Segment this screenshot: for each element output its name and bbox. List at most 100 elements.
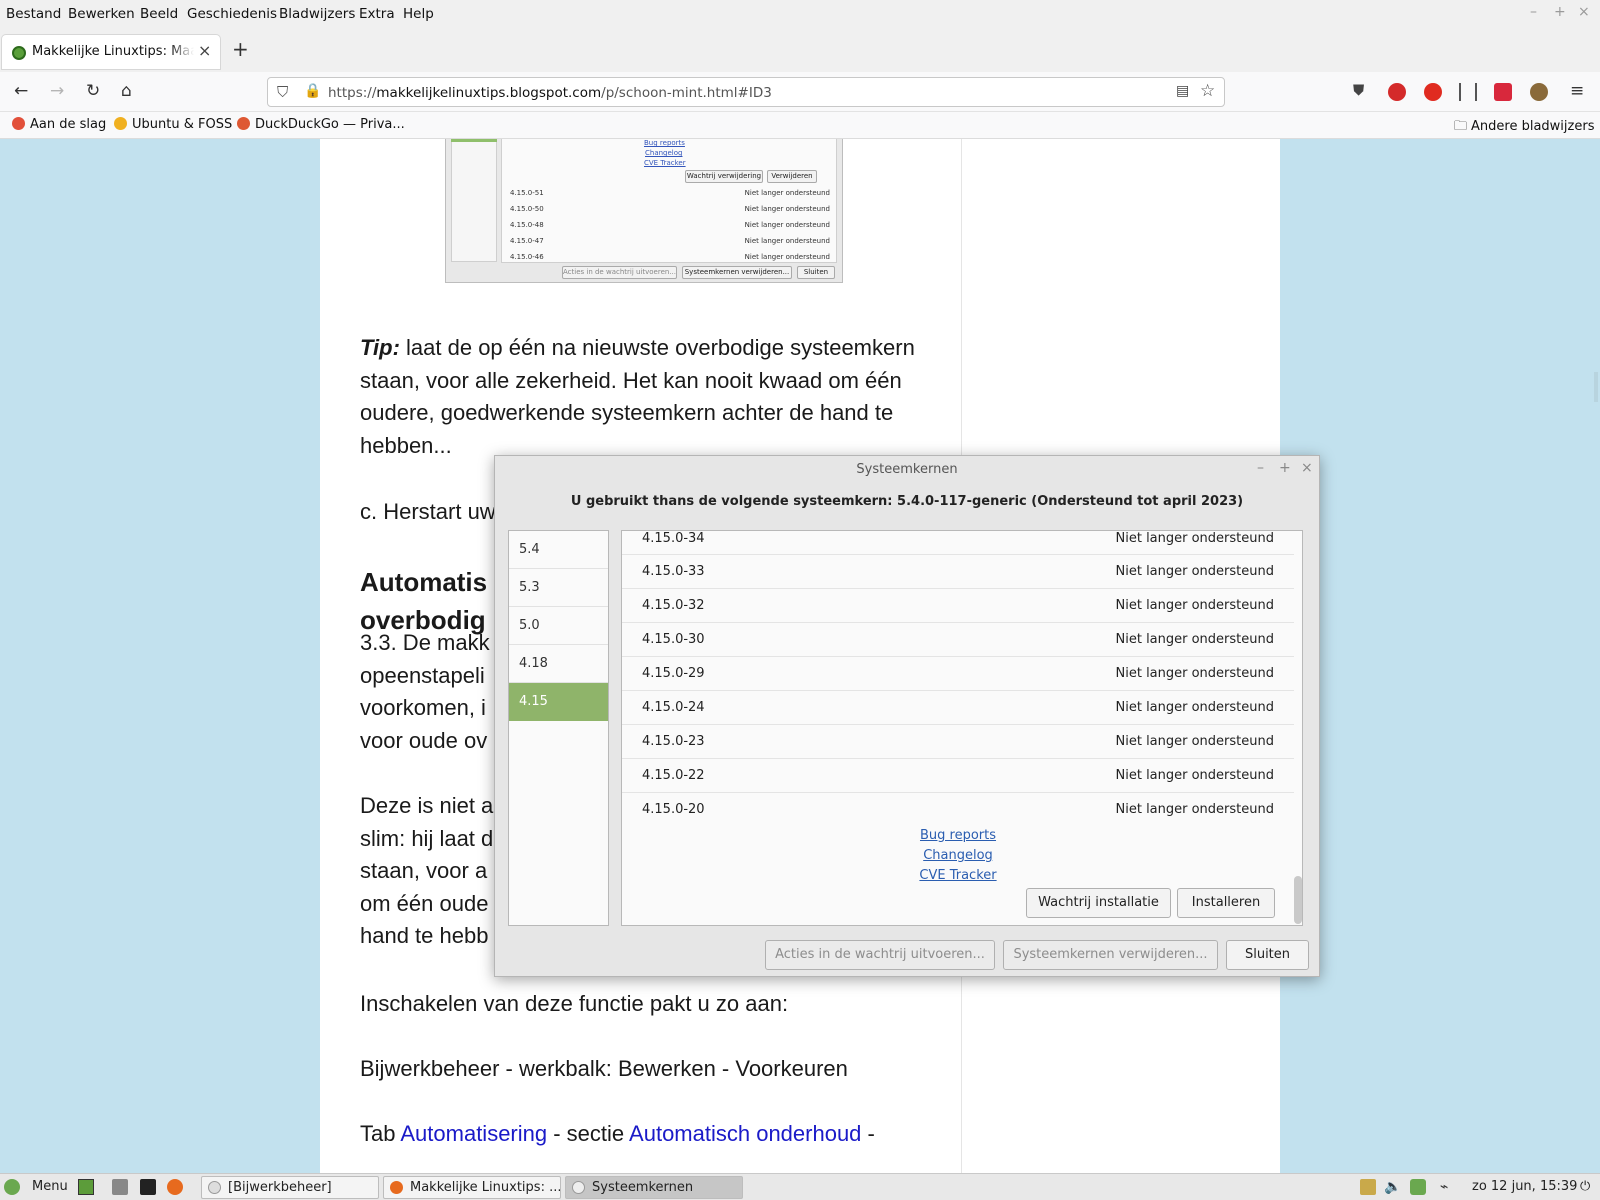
folder-icon: 🗀 bbox=[1454, 119, 1468, 134]
task-systeemkernen[interactable]: Systeemkernen bbox=[565, 1176, 743, 1199]
firefox-launcher-icon[interactable] bbox=[167, 1179, 183, 1195]
mint-menu-icon[interactable] bbox=[4, 1179, 20, 1195]
forward-icon[interactable]: → bbox=[50, 81, 64, 101]
shot-link: Changelog bbox=[645, 149, 683, 157]
lock-icon[interactable]: 🔒 bbox=[304, 83, 321, 99]
embedded-screenshot: Bug reports Changelog CVE Tracker Wachtr… bbox=[445, 139, 843, 283]
dialog-close-icon[interactable]: × bbox=[1301, 460, 1313, 476]
bookmark-ubuntu-foss[interactable]: Ubuntu & FOSS bbox=[114, 117, 232, 132]
page-scrollbar[interactable] bbox=[1594, 372, 1598, 402]
show-desktop-icon[interactable] bbox=[78, 1179, 94, 1195]
kernel-row[interactable]: 4.15.0-30 Niet langer ondersteund bbox=[622, 623, 1294, 657]
other-bookmarks[interactable]: 🗀 Andere bladwijzers bbox=[1454, 117, 1594, 139]
menu-beeld[interactable]: Beeld bbox=[140, 6, 178, 22]
minimize-icon[interactable]: – bbox=[1530, 4, 1537, 20]
dialog-maximize-icon[interactable]: + bbox=[1279, 460, 1291, 476]
kernel-row[interactable]: 4.15.0-23 Niet langer ondersteund bbox=[622, 725, 1294, 759]
shot-row: 4.15.0-47 Niet langer ondersteund bbox=[510, 237, 830, 245]
new-tab-button[interactable]: + bbox=[232, 37, 249, 61]
shot-row: 4.15.0-50 Niet langer ondersteund bbox=[510, 205, 830, 213]
extension-grid-icon[interactable] bbox=[1459, 83, 1477, 101]
cve-tracker-link[interactable]: CVE Tracker bbox=[622, 868, 1294, 883]
version-4-18[interactable]: 4.18 bbox=[509, 645, 608, 683]
network-icon[interactable]: ⌁ bbox=[1440, 1179, 1456, 1195]
current-kernel-info: U gebruikt thans de volgende systeemkern… bbox=[570, 494, 1244, 509]
url-bar[interactable]: ⛉ 🔒 https://makkelijkelinuxtips.blogspot… bbox=[267, 77, 1225, 107]
tab-title: Makkelijke Linuxtips: Maak L bbox=[32, 44, 194, 59]
firefox-icon bbox=[12, 117, 25, 130]
version-4-15[interactable]: 4.15 bbox=[509, 683, 608, 721]
reload-icon[interactable]: ↻ bbox=[86, 81, 100, 101]
maximize-icon[interactable]: + bbox=[1554, 4, 1566, 20]
changelog-link[interactable]: Changelog bbox=[622, 848, 1294, 863]
menu-geschiedenis[interactable]: Geschiedenis bbox=[187, 6, 277, 22]
bookmark-aan-de-slag[interactable]: Aan de slag bbox=[12, 117, 106, 132]
queue-install-button[interactable]: Wachtrij installatie bbox=[1026, 888, 1171, 918]
kernel-row[interactable]: 4.15.0-22 Niet langer ondersteund bbox=[622, 759, 1294, 793]
link-automatisch-onderhoud[interactable]: Automatisch onderhoud bbox=[629, 1121, 861, 1146]
shot-button: Verwijderen bbox=[767, 170, 817, 183]
kernel-row[interactable]: 4.15.0-33 Niet langer ondersteund bbox=[622, 555, 1294, 589]
close-icon[interactable]: × bbox=[1578, 4, 1590, 20]
version-list: 5.4 5.3 5.0 4.18 4.15 bbox=[508, 530, 609, 926]
shield-icon[interactable]: ⛉ bbox=[277, 83, 288, 101]
clock[interactable]: zo 12 jun, 15:39 bbox=[1472, 1179, 1577, 1194]
kernel-list-scrollbar[interactable] bbox=[1294, 876, 1302, 924]
link-automatisering[interactable]: Automatisering bbox=[400, 1121, 547, 1146]
volume-icon[interactable]: 🔈 bbox=[1384, 1179, 1401, 1195]
kernel-row[interactable]: 4.15.0-29 Niet langer ondersteund bbox=[622, 657, 1294, 691]
kernel-row[interactable]: 4.15.0-24 Niet langer ondersteund bbox=[622, 691, 1294, 725]
kernel-row[interactable]: 4.15.0-34 Niet langer ondersteund bbox=[622, 531, 1294, 555]
task-bijwerkbeheer[interactable]: [Bijwerkbeheer] bbox=[201, 1176, 379, 1199]
shot-button: Acties in de wachtrij uitvoeren... bbox=[562, 266, 677, 279]
tip-paragraph: Tip: laat de op één na nieuwste overbodi… bbox=[360, 335, 915, 458]
dialog-minimize-icon[interactable]: – bbox=[1257, 460, 1264, 476]
paragraph-deze: Deze is niet a slim: hij laat d staan, v… bbox=[360, 793, 494, 948]
extension-d-icon[interactable] bbox=[1388, 83, 1406, 101]
hamburger-menu-icon[interactable]: ≡ bbox=[1570, 81, 1584, 101]
shot-link: CVE Tracker bbox=[644, 159, 686, 167]
extension-cookie-icon[interactable] bbox=[1530, 83, 1548, 101]
menu-bewerken[interactable]: Bewerken bbox=[68, 6, 135, 22]
reader-view-icon[interactable]: ▤ bbox=[1176, 83, 1189, 99]
kernel-row-selected[interactable]: 4.15.0-20 Niet langer ondersteund bbox=[622, 793, 1294, 827]
files-icon[interactable] bbox=[112, 1179, 128, 1195]
remove-kernels-button[interactable]: Systeemkernen verwijderen... bbox=[1003, 940, 1218, 970]
kernel-list: 4.15.0-34 Niet langer ondersteund 4.15.0-… bbox=[621, 530, 1303, 926]
navigation-toolbar: ← → ↻ ⌂ ⛉ 🔒 https://makkelijkelinuxtips.… bbox=[0, 72, 1600, 112]
power-icon[interactable]: ⏻ bbox=[1580, 1179, 1590, 1194]
update-shield-icon[interactable] bbox=[1410, 1179, 1426, 1195]
url-text: https://makkelijkelinuxtips.blogspot.com… bbox=[328, 85, 772, 101]
menu-extra[interactable]: Extra bbox=[359, 6, 395, 22]
shot-link: Bug reports bbox=[644, 139, 685, 147]
extension-stop-icon[interactable] bbox=[1424, 83, 1442, 101]
version-5-0[interactable]: 5.0 bbox=[509, 607, 608, 645]
shot-version-list bbox=[451, 139, 497, 262]
tab-makkelijke-linuxtips[interactable]: Makkelijke Linuxtips: Maak L × bbox=[2, 35, 220, 69]
menu-button[interactable]: Menu bbox=[32, 1179, 68, 1194]
display-icon[interactable] bbox=[1360, 1179, 1376, 1195]
shot-button: Wachtrij verwijdering bbox=[685, 170, 763, 183]
task-firefox[interactable]: Makkelijke Linuxtips: ... bbox=[383, 1176, 561, 1199]
paragraph-inschakelen: Inschakelen van deze functie pakt u zo a… bbox=[360, 991, 789, 1016]
back-icon[interactable]: ← bbox=[14, 81, 28, 101]
menu-bestand[interactable]: Bestand bbox=[6, 6, 61, 22]
extension-forward-icon[interactable] bbox=[1494, 83, 1512, 101]
kernel-row[interactable]: 4.15.0-32 Niet langer ondersteund bbox=[622, 589, 1294, 623]
terminal-icon[interactable] bbox=[140, 1179, 156, 1195]
version-5-3[interactable]: 5.3 bbox=[509, 569, 608, 607]
tab-close-icon[interactable]: × bbox=[198, 41, 211, 60]
bug-reports-link[interactable]: Bug reports bbox=[622, 828, 1294, 843]
bookmark-star-icon[interactable]: ☆ bbox=[1200, 81, 1215, 101]
home-icon[interactable]: ⌂ bbox=[121, 81, 132, 101]
menu-help[interactable]: Help bbox=[403, 6, 434, 22]
menu-bladwijzers[interactable]: Bladwijzers bbox=[279, 6, 355, 22]
close-button[interactable]: Sluiten bbox=[1226, 940, 1309, 970]
paragraph-bijwerkbeheer: Bijwerkbeheer - werkbalk: Bewerken - Voo… bbox=[360, 1056, 848, 1081]
install-button[interactable]: Installeren bbox=[1177, 888, 1275, 918]
run-queue-button[interactable]: Acties in de wachtrij uitvoeren... bbox=[765, 940, 995, 970]
duckduckgo-icon bbox=[237, 117, 250, 130]
version-5-4[interactable]: 5.4 bbox=[509, 531, 608, 569]
pocket-icon[interactable]: ⛊ bbox=[1353, 81, 1371, 99]
bookmark-duckduckgo[interactable]: DuckDuckGo — Priva... bbox=[237, 117, 405, 132]
